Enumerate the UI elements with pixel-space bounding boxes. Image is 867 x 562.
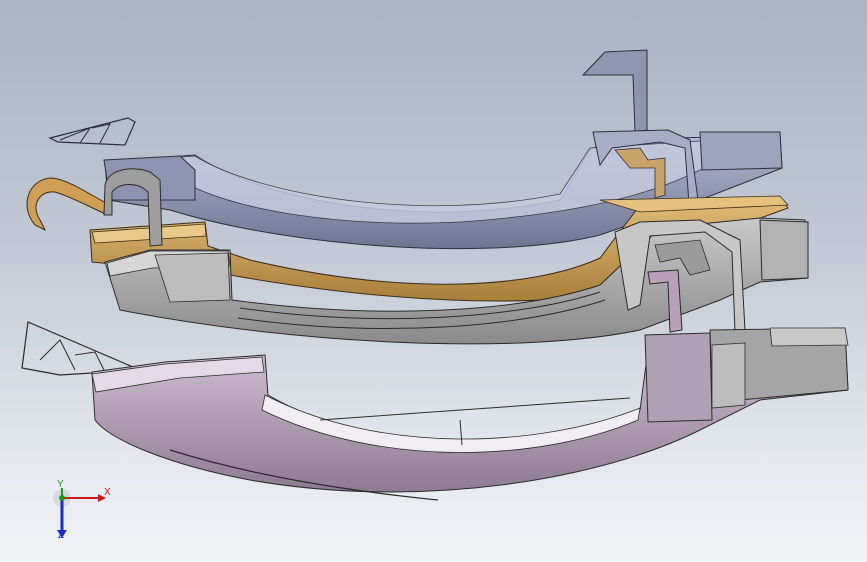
graphics-viewport[interactable]: X Y Z [0, 0, 867, 562]
x-axis-label: X [104, 487, 111, 498]
z-axis-label: Z [58, 530, 65, 541]
y-axis-label: Y [57, 479, 64, 490]
lower-handle-part[interactable] [21, 321, 849, 501]
model-view[interactable] [0, 0, 867, 562]
axis-triad: X Y Z [40, 478, 120, 548]
